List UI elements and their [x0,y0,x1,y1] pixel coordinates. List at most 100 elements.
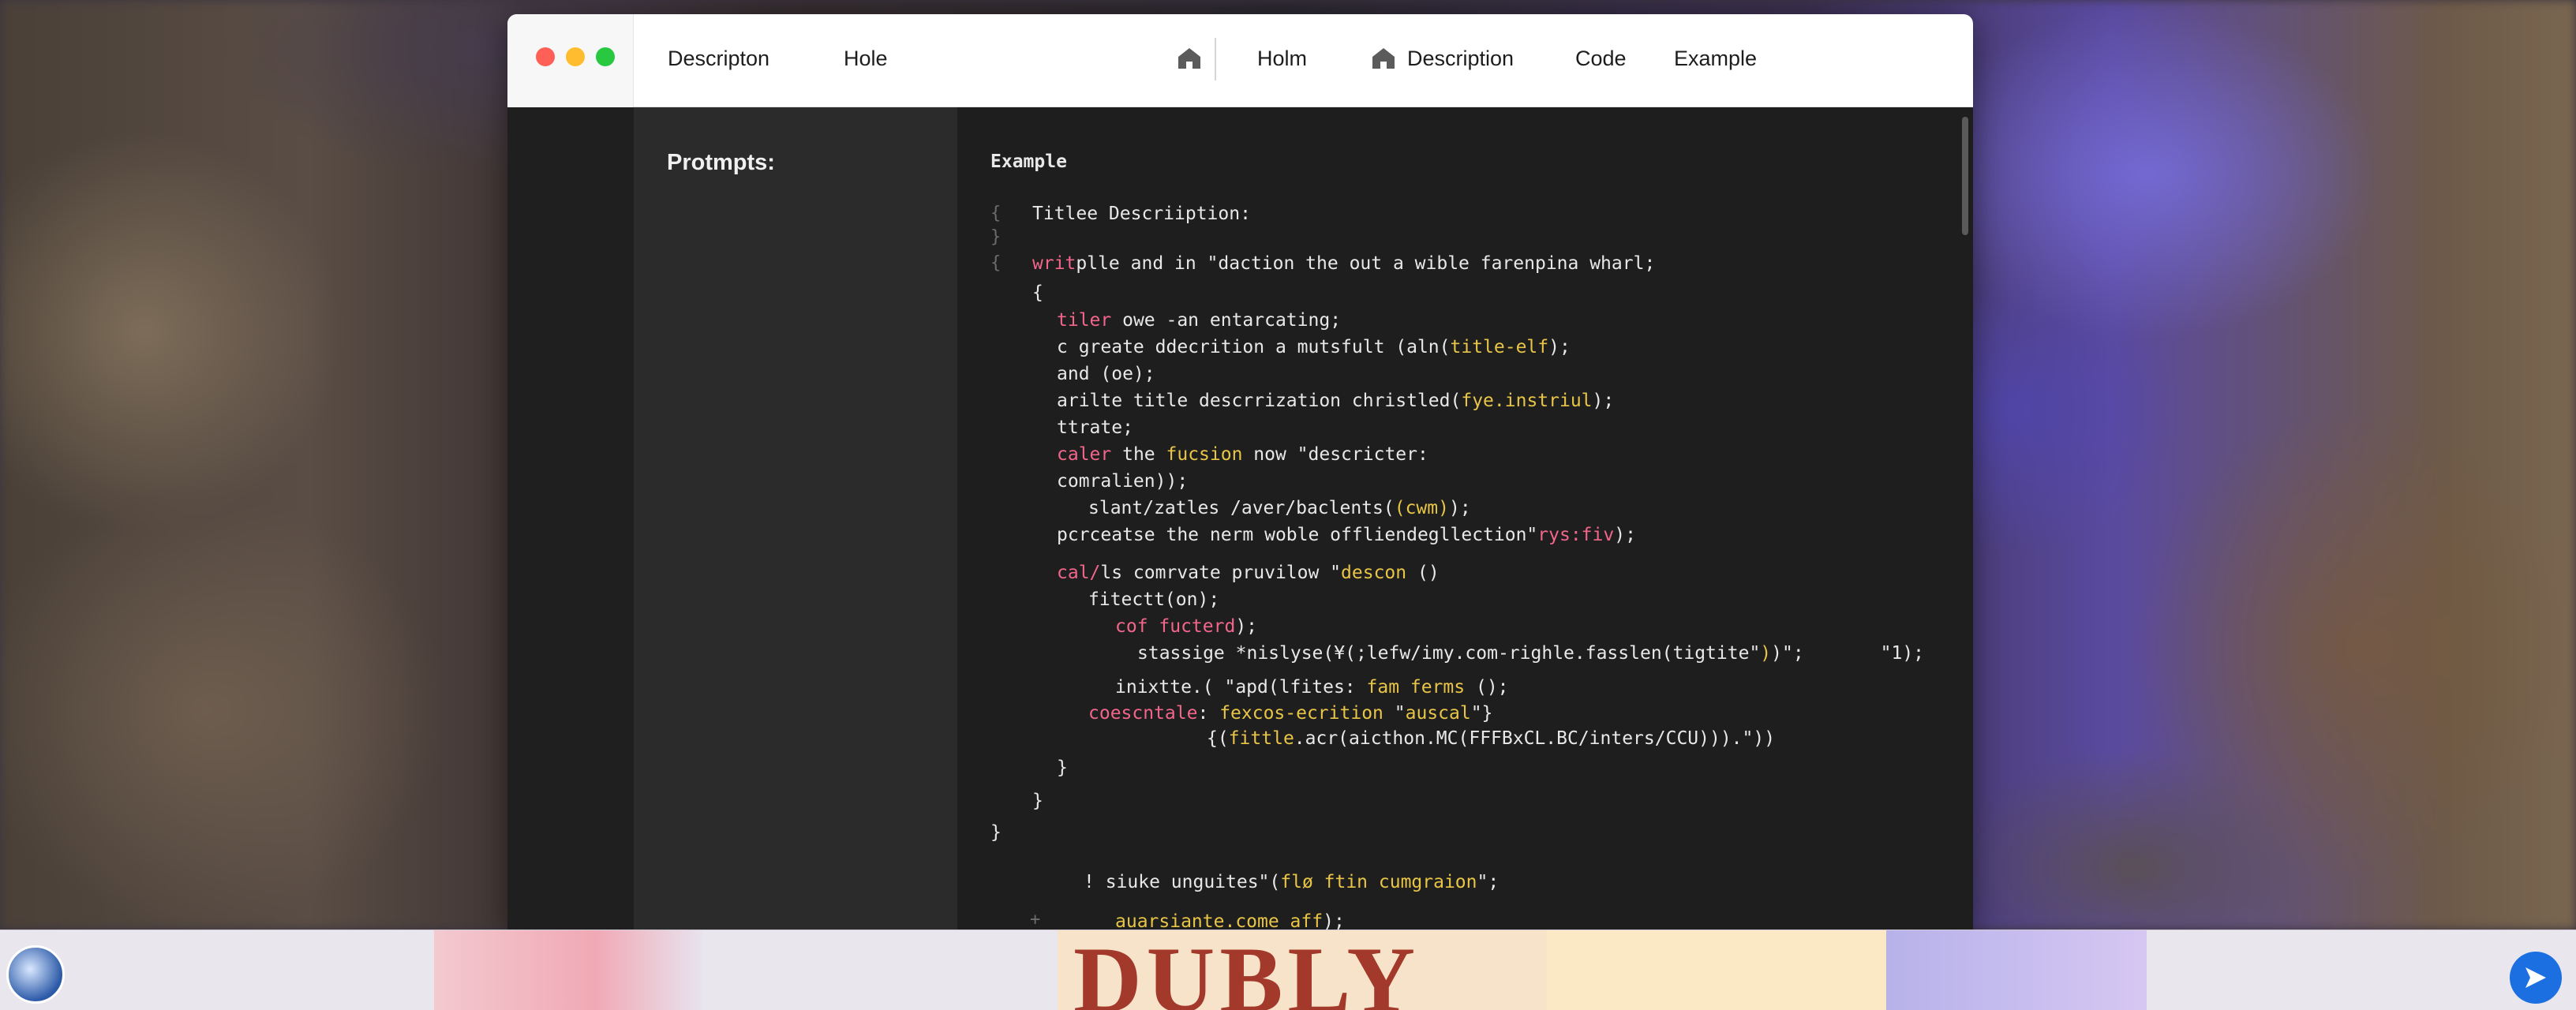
send-button[interactable] [2510,952,2562,1004]
gutter-marker: + [1030,910,1041,930]
code-token: fitectt(on); [1088,589,1220,610]
code-token: fittle [1228,728,1294,749]
code-token: comralien)); [1057,471,1189,492]
nav-link-descripton[interactable]: Descripton [668,44,769,73]
home-icon[interactable] [1175,44,1204,73]
bottom-image-strip: DUBLY [0,930,2576,1010]
code-token: (); [1465,677,1509,698]
code-line: } [1057,756,1068,780]
code-token: () [1406,563,1440,583]
code-line: ! siuke unguites"(flø ftin cumgraion"; [1084,870,1499,894]
code-line: slant/zatles /aver/baclents((cwm)); [1088,496,1471,520]
code-token: {( [1207,728,1229,749]
code-token: fucsion [1166,444,1243,465]
code-token: ")) [1742,728,1776,749]
nav-link-description[interactable]: Description [1407,44,1514,73]
home-icon [1372,48,1395,69]
code-token: cal/ [1057,563,1101,583]
gutter-marker: { [990,253,1002,273]
code-token: } [1057,758,1068,778]
strip-image [1886,930,2147,1010]
code-token: caler [1057,444,1112,465]
code-line: fitectt(on); [1088,588,1219,612]
code-token: writ [1032,253,1076,274]
code-token: now "descricter: [1242,444,1428,465]
code-token: tiler [1057,310,1112,331]
nav-link-hole[interactable]: Hole [844,44,888,73]
code-token: fam ferms [1366,677,1466,698]
code-line: auarsiante.come aff); [1115,910,1345,930]
editor-scrollbar[interactable] [1962,117,1968,235]
code-token: inixtte.( "apd(lfites: [1115,677,1367,698]
code-token: ! siuke unguites"( [1084,872,1281,892]
code-line: coescntale: fexcos-ecrition "auscal"} [1088,701,1492,725]
code-token: : [1197,703,1220,724]
code-token: ) [1760,643,1772,664]
code-token: coescntale [1088,703,1198,724]
code-token: owe -an entarcating; [1111,310,1342,331]
code-token: rys:fiv [1537,525,1615,545]
code-token: plle and in "daction the out a wible far… [1076,253,1656,274]
code-line: caler the fucsion now "descricter: [1057,443,1428,466]
code-token: stassige *nislyse(¥(;lefw/imy.com-righle… [1137,643,1761,664]
code-token: } [990,822,1002,843]
send-icon [2525,967,2546,988]
code-token: ); [1235,616,1258,637]
code-token: arilte title descrrization christled( [1057,391,1462,411]
code-line: } [1032,789,1043,813]
code-token: and (oe); [1057,364,1155,384]
code-token: .acr(aicthon.MC(FFFBxCL.BC/inters/CCU)))… [1294,728,1743,749]
editor-heading: Example [990,152,1067,172]
code-line: comralien)); [1057,469,1188,493]
code-line: inixtte.( "apd(lfites: fam ferms (); [1115,675,1509,699]
code-token: (cwm) [1394,498,1449,518]
code-token: flø ftin cumgraion [1280,872,1477,892]
code-line: {(fittle.acr(aicthon.MC(FFFBxCL.BC/inter… [1207,727,1775,750]
code-token: " [1383,703,1406,724]
gutter-marker: } [990,227,1002,247]
code-line: pcrceatse the nerm woble offliendegllect… [1057,523,1636,547]
code-line: { [1032,281,1043,305]
nav-divider [1215,38,1216,80]
code-token: ttrate; [1057,417,1133,438]
code-token: Titlee Descriiption: [1032,204,1251,224]
code-line: cal/ls comrvate pruvilow "descon () [1057,561,1440,585]
code-editor[interactable]: Example { } { + Titlee Descriiption: writ… [957,107,1973,930]
code-token: ); [1448,498,1471,518]
code-line: tiler owe -an entarcating; [1057,309,1341,332]
code-token: auscal [1405,703,1471,724]
code-token: { [1032,282,1043,303]
code-line: arilte title descrrization christled(fye… [1057,389,1614,413]
nav-link-example[interactable]: Example [1674,44,1757,73]
code-token: the [1111,444,1166,465]
code-token: slant/zatles /aver/baclents( [1088,498,1395,518]
maximize-window-button[interactable] [596,47,615,66]
code-token: auarsiante.come aff [1115,911,1324,930]
code-token: ls comrvate pruvilow " [1100,563,1342,583]
strip-image [434,930,702,1010]
nav-link-code[interactable]: Code [1575,44,1627,73]
close-window-button[interactable] [536,47,555,66]
app-window: Descripton Hole Holm Description Code Ex… [507,14,1973,930]
code-token: pcrceatse the nerm woble offliendegllect… [1057,525,1538,545]
code-token: fexcos-ecrition [1219,703,1383,724]
title-bar: Descripton Hole Holm Description Code Ex… [507,14,1973,107]
code-token: title-elf [1450,337,1549,357]
code-token: "} [1470,703,1493,724]
code-token: c greate ddecrition a mutsfult (aln( [1057,337,1451,357]
code-token: )"; "1); [1771,643,1925,664]
prompts-sidebar: Protmpts: [634,107,957,930]
code-line: stassige *nislyse(¥(;lefw/imy.com-righle… [1137,642,1924,665]
code-token: descon [1341,563,1407,583]
avatar[interactable] [6,945,65,1004]
minimize-window-button[interactable] [566,47,585,66]
code-line: } [990,821,1002,844]
code-token: ); [1548,337,1571,357]
gutter-marker: { [990,204,1002,223]
code-line: c greate ddecrition a mutsfult (aln(titl… [1057,335,1571,359]
code-token: } [1032,791,1043,811]
nav-link-holm[interactable]: Holm [1257,44,1307,73]
code-token: ); [1323,911,1345,930]
code-line: Titlee Descriiption: [1032,202,1251,226]
code-line: writplle and in "daction the out a wible… [1032,252,1655,275]
